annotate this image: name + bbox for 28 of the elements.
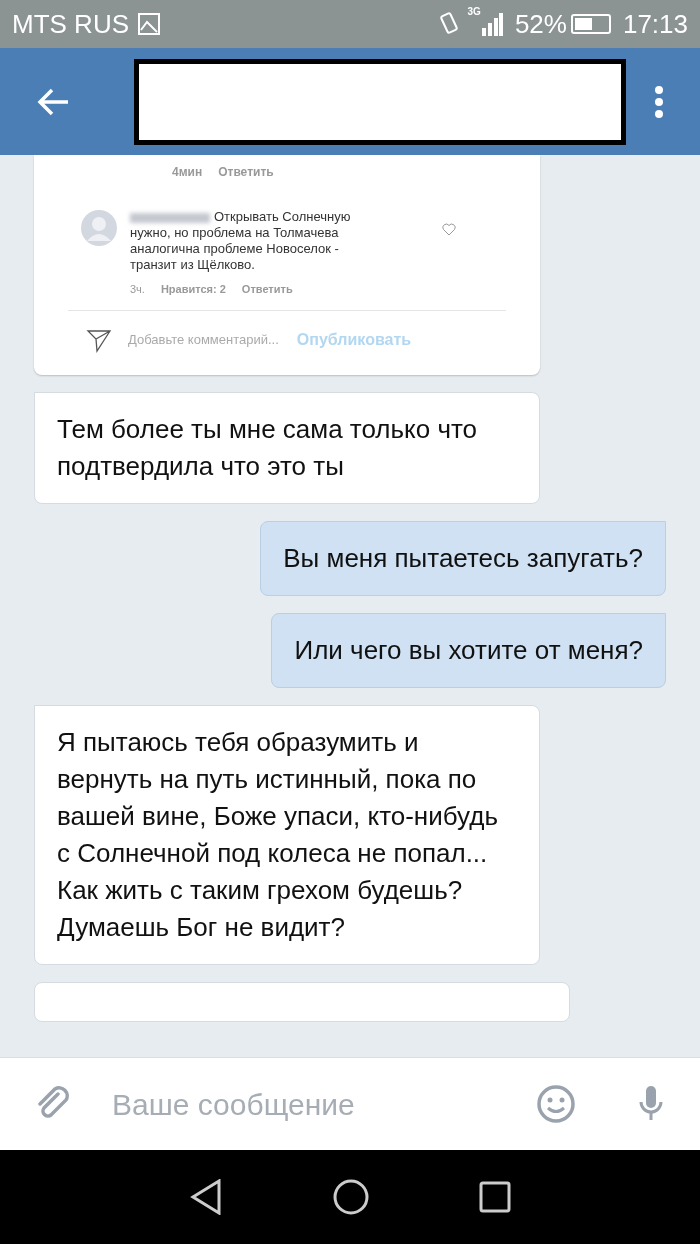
more-icon[interactable] — [654, 84, 664, 119]
reply-link[interactable]: Ответить — [218, 163, 274, 181]
recents-icon[interactable] — [479, 1181, 511, 1213]
back-icon[interactable] — [189, 1179, 223, 1215]
reply-link[interactable]: Ответить — [241, 281, 293, 298]
clock: 17:13 — [622, 7, 688, 41]
battery-percent: 52% — [514, 7, 567, 41]
message-bubble: Или чего вы хотите от меня? — [271, 612, 666, 688]
comment-text: Открывать Солнечную нужно, но проблема на Толмачева аналогична проблеме Новоселок - транзит из Щёлково. — [130, 209, 352, 273]
image-icon — [137, 12, 161, 36]
smiley-icon[interactable] — [536, 1084, 576, 1124]
post-time: 4мин — [172, 164, 203, 181]
avatar-icon — [80, 209, 118, 247]
carrier-name: MTS RUS — [12, 7, 129, 41]
signal-icon — [480, 12, 503, 36]
publish-button[interactable]: Опубликовать — [296, 327, 412, 352]
home-icon[interactable] — [333, 1179, 369, 1215]
battery-icon — [570, 14, 611, 34]
vibrate-icon — [437, 11, 460, 37]
message-bubble: Тем более ты мне сама только что подтвердила что это ты — [34, 391, 540, 504]
message-bubble: Я пытаюсь тебя образумить и вернуть на путь истинный, пока по вашей вине, Боже упаси, кто-нибудь с Солнечной под колеса не попал... Как жить с таким грехом будешь? Думаешь Бог не видит? — [34, 704, 540, 965]
network-type: 3G — [467, 5, 481, 19]
heart-icon[interactable] — [442, 223, 456, 236]
message-bubble: Вы меня пытаетесь запугать? — [260, 520, 666, 596]
comment-time: 3ч. — [130, 282, 145, 297]
message-input[interactable]: Ваше сообщение — [112, 1081, 536, 1127]
comment-placeholder[interactable]: Добавьте комментарий... — [128, 329, 279, 350]
likes-count: Нравится: 2 — [160, 282, 226, 297]
